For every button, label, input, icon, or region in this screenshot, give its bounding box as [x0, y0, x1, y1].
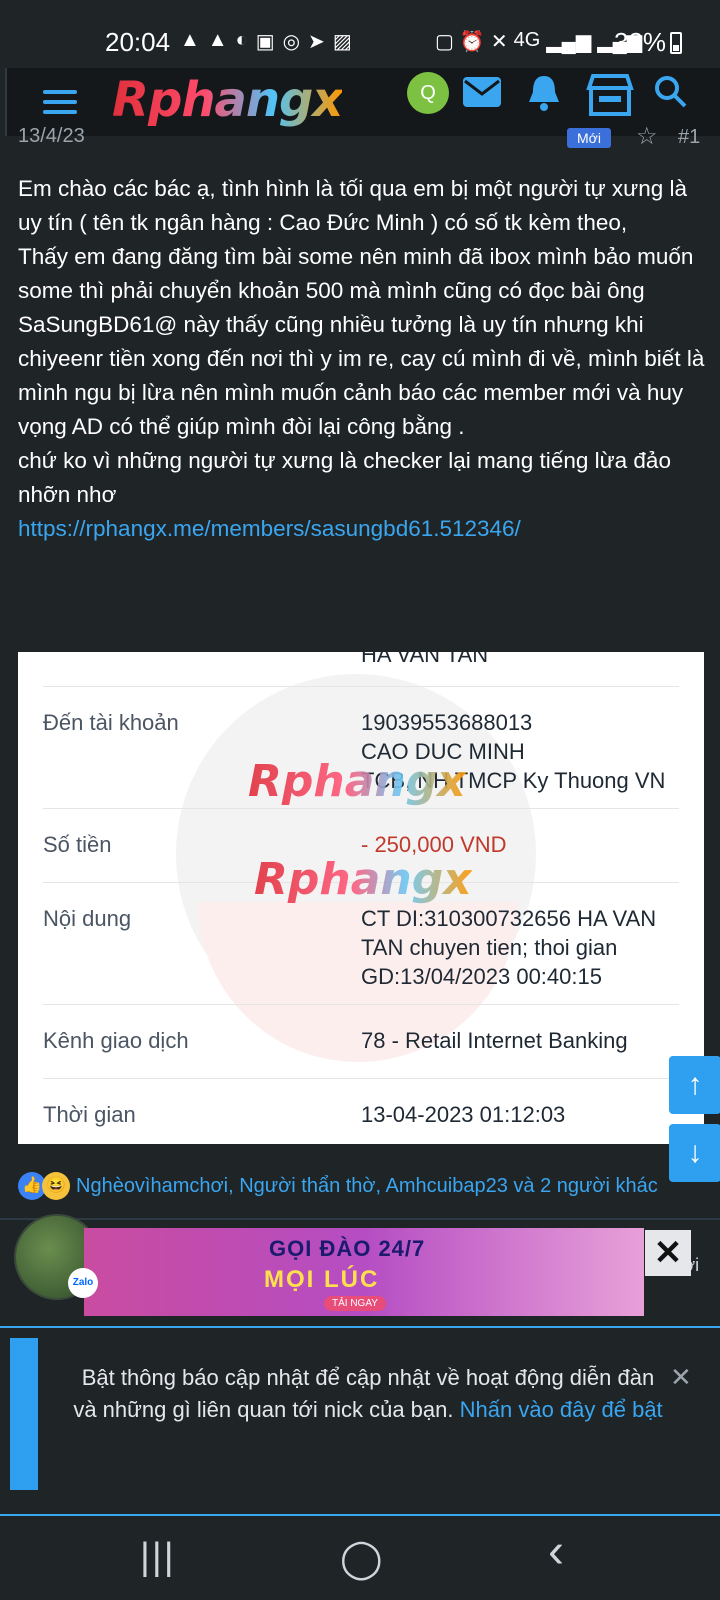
post-date: 13/4/23 [18, 125, 85, 147]
status-time: 20:04 [105, 27, 171, 57]
messenger-icon: ◐ [235, 29, 248, 51]
warning-icon: ▲ [207, 29, 228, 51]
mail-icon[interactable] [463, 74, 501, 116]
battery-icon [670, 31, 683, 54]
4g-icon: 4G [513, 29, 541, 51]
battery: 32% [614, 27, 683, 58]
watermark-logo: Rphangx [254, 854, 472, 905]
post-paragraph: Thấy em đang đăng tìm bài some nên minh … [18, 244, 705, 439]
member-profile-link[interactable]: https://rphangx.me/members/sasungbd61.51… [18, 516, 521, 541]
ad-cta-button[interactable]: TẢI NGAY [324, 1296, 386, 1311]
alarm-icon: ⏰ [459, 31, 485, 53]
transfer-receipt-image[interactable]: HA VAN TAN Đến tài khoản 19039553688013 … [18, 652, 704, 1144]
chrome-icon: ◎ [282, 31, 301, 53]
warning-icon: ▲ [180, 29, 200, 51]
post-content: Em chào các bác ạ, tình hình là tối qua … [18, 172, 708, 546]
signal-icon: ▂▄▆ [546, 31, 592, 53]
mute-icon: ✕ [490, 31, 508, 53]
ad-banner[interactable]: GỌI ĐÀO 24/7 MỌI LÚC TẢI NGAY [84, 1228, 644, 1316]
gallery-icon: ▨ [332, 31, 352, 53]
ad-close-button[interactable]: ✕ [645, 1230, 691, 1276]
battery-percent: 32% [614, 27, 667, 57]
system-icons: ▢ ⏰ ✕ 4G ▂▄▆ ▂▄▆ [435, 29, 642, 54]
home-button[interactable]: ◯ [340, 1536, 383, 1581]
receipt-row-time: Thời gian 13-04-2023 01:12:03 [43, 1102, 566, 1127]
watermark-logo: Rphangx [248, 756, 466, 807]
post-number[interactable]: #1 [678, 126, 700, 149]
ad-subtitle: MỌI LÚC [264, 1266, 380, 1293]
post-paragraph: chứ ko vì những người tự xưng là checker… [18, 448, 671, 507]
receipt-row-channel: Kênh giao dịch 78 - Retail Internet Bank… [43, 1004, 679, 1079]
divider [0, 1218, 720, 1220]
user-avatar-button[interactable]: Q [407, 72, 449, 114]
notif-close-icon[interactable]: ✕ [670, 1362, 692, 1393]
ad-title: GỌI ĐÀO 24/7 [269, 1236, 426, 1261]
system-nav-bar: ||| ◯ ‹ [0, 1516, 720, 1600]
reactions-users[interactable]: Nghèovìhamchơi, Người thẩn thờ, Amhcuiba… [76, 1175, 658, 1198]
store-icon[interactable] [585, 74, 635, 125]
scroll-up-button[interactable]: ↑ [669, 1056, 720, 1114]
scroll-down-button[interactable]: ↓ [669, 1124, 720, 1182]
zalo-badge[interactable]: Zalo [68, 1268, 98, 1298]
post-paragraph: Em chào các bác ạ, tình hình là tối qua … [18, 176, 688, 235]
notification-icons: ▲ ▲ ◐ ▣ ◎ ➤ ▨ [180, 29, 352, 54]
bookmark-star-icon[interactable]: ☆ [636, 122, 658, 151]
battery-saver-icon: ▢ [435, 31, 454, 53]
recents-button[interactable]: ||| [140, 1536, 176, 1579]
search-icon[interactable] [653, 74, 687, 117]
telegram-icon: ➤ [308, 31, 325, 53]
back-button[interactable]: ‹ [548, 1524, 564, 1579]
site-logo[interactable]: Rphangx [112, 72, 343, 128]
site-header: Rphangx Q [5, 68, 720, 136]
haha-icon: 😆 [42, 1172, 70, 1200]
zalo-icon: ▣ [255, 31, 275, 53]
new-badge: Mới [567, 128, 611, 148]
push-notification-prompt: Bật thông báo cập nhật để cập nhật về ho… [0, 1326, 720, 1516]
reactions-bar[interactable]: 👍 😆 Nghèovìhamchơi, Người thẩn thờ, Amhc… [18, 1172, 658, 1200]
bell-icon[interactable] [527, 74, 561, 121]
notif-accent-bar [10, 1338, 38, 1490]
status-bar: 20:04 ▲ ▲ ◐ ▣ ◎ ➤ ▨ ▢ ⏰ ✕ 4G ▂▄▆ ▂▄▆ 32% [0, 0, 720, 68]
menu-icon[interactable] [43, 90, 77, 120]
notif-enable-link[interactable]: Nhấn vào đây để bật [460, 1397, 663, 1422]
